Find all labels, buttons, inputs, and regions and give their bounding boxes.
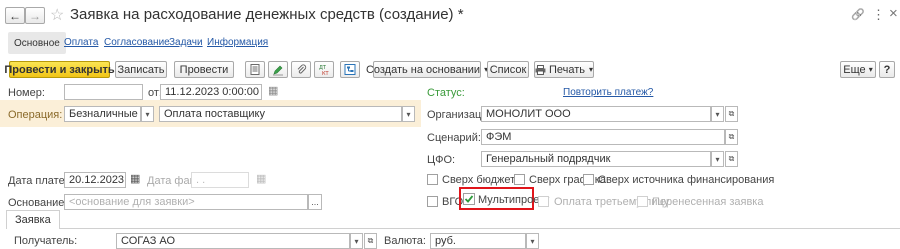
repeat-payment-link[interactable]: Повторить платеж?	[563, 87, 653, 98]
over-source-checkbox[interactable]	[583, 174, 594, 185]
chevron-down-icon: ▾	[588, 65, 593, 74]
page-title: Заявка на расходование денежных средств …	[70, 6, 464, 23]
scenario-label: Сценарий:	[427, 132, 481, 144]
basis-label: Основание:	[8, 197, 68, 209]
report-icon[interactable]	[245, 61, 265, 78]
tab-main[interactable]: Основное	[8, 32, 66, 54]
checkmark-icon	[464, 195, 474, 203]
cfo-dropdown-button[interactable]: ▾	[711, 151, 724, 167]
recipient-label: Получатель:	[14, 235, 78, 247]
chevron-down-icon: ▾	[868, 65, 873, 74]
pay-date-calendar-icon[interactable]: ▦	[130, 172, 140, 185]
fact-date-field: . .	[191, 172, 249, 188]
more-menu-icon[interactable]: ⋮	[872, 7, 885, 23]
operation-type-dropdown-button[interactable]: ▾	[402, 106, 415, 122]
operation-label: Операция:	[8, 109, 63, 121]
date-field[interactable]: 11.12.2023 0:00:00	[160, 84, 262, 100]
transferred-checkbox	[637, 196, 648, 207]
cfo-field[interactable]: Генеральный подрядчик	[481, 151, 711, 167]
edit-green-icon[interactable]	[268, 61, 288, 78]
vgo-checkbox[interactable]	[427, 196, 438, 207]
calendar-icon[interactable]: ▦	[268, 84, 278, 97]
transferred-label: Перенесенная заявка	[652, 196, 764, 208]
tab-payment[interactable]: Оплата	[64, 37, 98, 48]
attach-icon[interactable]	[291, 61, 311, 78]
basis-select-button[interactable]: ...	[308, 194, 322, 210]
currency-label: Валюта:	[384, 235, 426, 247]
create-based-label: Создать на основании	[365, 63, 481, 76]
print-label: Печать	[548, 63, 585, 76]
help-button[interactable]: ?	[879, 61, 895, 78]
multiproject-checkbox[interactable]	[463, 193, 475, 205]
over-schedule-label: Сверх графика	[529, 174, 606, 186]
over-budget-checkbox[interactable]	[427, 174, 438, 185]
third-party-checkbox	[538, 196, 549, 207]
basis-field[interactable]: <основание для заявки>	[64, 194, 308, 210]
tab-info[interactable]: Информация	[207, 37, 268, 48]
nav-tabs: Основное Оплата Согласование Задачи Инфо…	[8, 32, 308, 54]
tab-request[interactable]: Заявка	[6, 210, 60, 229]
close-icon[interactable]: ×	[889, 5, 898, 22]
cfo-label: ЦФО:	[427, 154, 456, 166]
over-schedule-checkbox[interactable]	[514, 174, 525, 185]
tabs-baseline	[6, 228, 900, 229]
back-button[interactable]: ←	[5, 7, 25, 24]
forward-button[interactable]: →	[25, 7, 45, 24]
org-field[interactable]: МОНОЛИТ ООО	[481, 106, 711, 122]
currency-dropdown-button[interactable]: ▾	[526, 233, 539, 249]
svg-text:КТ: КТ	[322, 71, 330, 76]
post-and-close-button[interactable]: Провести и закрыть	[4, 61, 115, 78]
scenario-field[interactable]: ФЭМ	[481, 129, 725, 145]
post-button[interactable]: Провести	[174, 61, 234, 78]
pay-date-field[interactable]: 20.12.2023	[64, 172, 126, 188]
structure-icon[interactable]	[340, 61, 360, 78]
print-button[interactable]: Печать ▾	[534, 61, 594, 78]
favorite-star-icon[interactable]: ☆	[50, 5, 64, 25]
org-open-button[interactable]: ⧉	[725, 106, 738, 122]
tab-tasks[interactable]: Задачи	[169, 37, 203, 48]
currency-field[interactable]: руб.	[430, 233, 526, 249]
link-icon[interactable]: 🔗	[851, 8, 865, 21]
list-button[interactable]: Список	[487, 61, 529, 78]
more-button[interactable]: Еще ▾	[840, 61, 876, 78]
operation-type-select[interactable]: Оплата поставщику	[159, 106, 402, 122]
recipient-open-button[interactable]: ⧉	[364, 233, 377, 249]
cfo-open-button[interactable]: ⧉	[725, 151, 738, 167]
over-budget-label: Сверх бюджета	[442, 174, 522, 186]
operation-select[interactable]: Безналичные	[64, 106, 141, 122]
scenario-open-button[interactable]: ⧉	[725, 129, 738, 145]
create-based-on-button[interactable]: Создать на основании ▾	[366, 61, 488, 78]
over-source-label: Сверх источника финансирования	[598, 174, 775, 186]
number-label: Номер:	[8, 87, 45, 99]
org-dropdown-button[interactable]: ▾	[711, 106, 724, 122]
tab-approval[interactable]: Согласование	[104, 37, 170, 48]
operation-dropdown-button[interactable]: ▾	[141, 106, 154, 122]
status-label: Статус:	[427, 87, 465, 99]
printer-icon	[535, 64, 546, 75]
dt-kt-icon[interactable]: ДТ КТ	[314, 61, 334, 78]
number-field[interactable]	[64, 84, 143, 100]
recipient-dropdown-button[interactable]: ▾	[350, 233, 363, 249]
fact-date-calendar-icon: ▦	[256, 173, 267, 185]
more-label: Еще	[843, 63, 866, 76]
save-button[interactable]: Записать	[115, 61, 167, 78]
recipient-field[interactable]: СОГАЗ АО	[116, 233, 350, 249]
